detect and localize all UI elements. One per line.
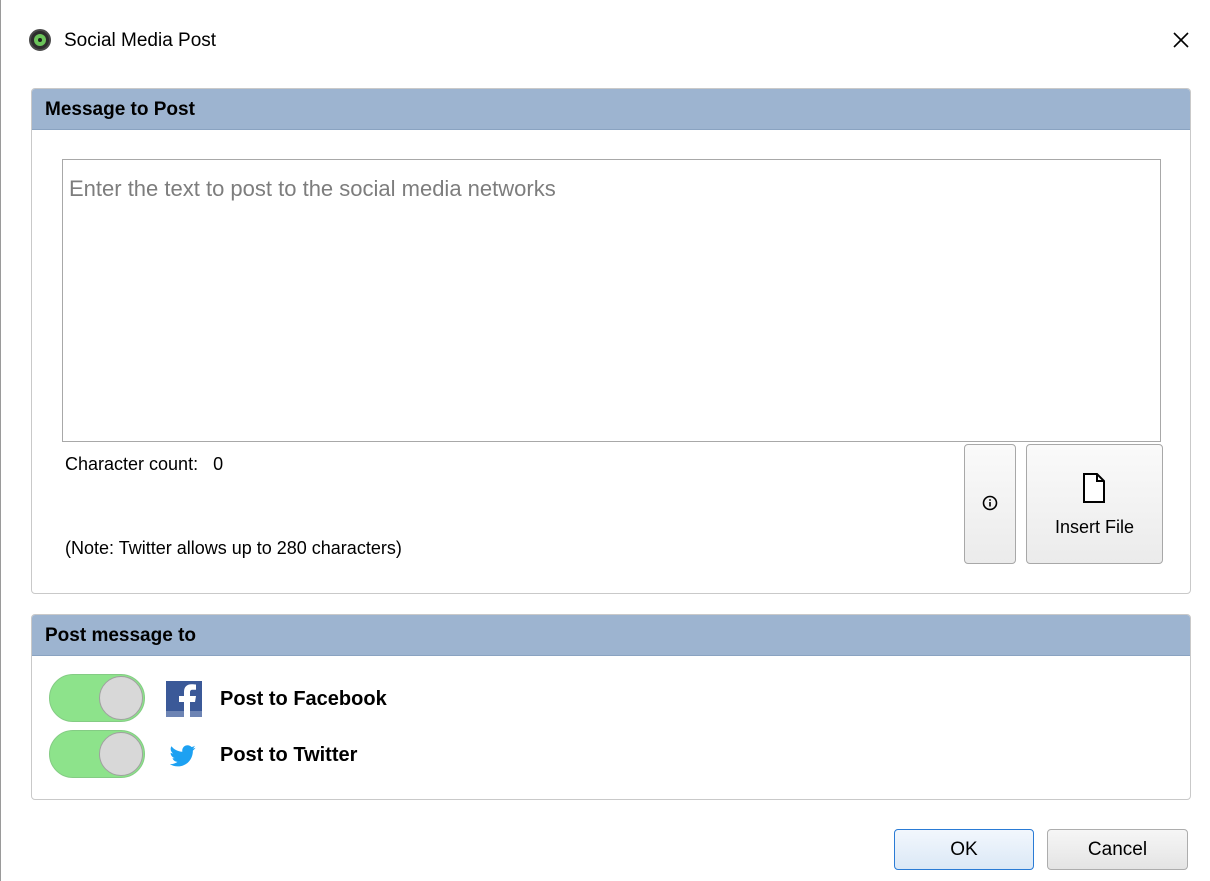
social-media-post-dialog: Social Media Post Message to Post Charac… <box>0 0 1210 881</box>
twitter-icon <box>170 745 196 767</box>
twitter-label: Post to Twitter <box>220 744 358 766</box>
facebook-icon <box>166 681 202 717</box>
twitter-limit-note: (Note: Twitter allows up to 280 characte… <box>65 538 402 558</box>
twitter-target-row: Post to Twitter <box>49 730 649 778</box>
toggle-knob <box>99 732 143 776</box>
close-button[interactable] <box>1161 22 1201 58</box>
cancel-button[interactable]: Cancel <box>1047 829 1188 870</box>
toggle-knob <box>99 676 143 720</box>
window-top-edge <box>1 0 1210 8</box>
app-icon <box>29 29 51 51</box>
file-icon <box>1083 473 1105 503</box>
character-count: Character count: 0 <box>65 454 223 475</box>
facebook-label: Post to Facebook <box>220 688 387 710</box>
facebook-target-row: Post to Facebook <box>49 674 649 722</box>
character-count-label: Character count: <box>65 454 199 474</box>
post-targets-header: Post message to <box>32 615 1190 656</box>
insert-file-button[interactable]: Insert File <box>1026 444 1163 564</box>
twitter-toggle[interactable] <box>49 730 145 778</box>
character-count-value: 0 <box>213 454 224 474</box>
title-bar: Social Media Post <box>1 10 1210 70</box>
ok-button[interactable]: OK <box>894 829 1034 870</box>
message-group: Message to Post Character count: 0 (Note… <box>31 88 1191 594</box>
facebook-toggle[interactable] <box>49 674 145 722</box>
message-input[interactable] <box>62 159 1161 442</box>
close-icon <box>1173 32 1189 48</box>
info-button[interactable] <box>964 444 1016 564</box>
info-icon <box>982 495 998 511</box>
message-group-header: Message to Post <box>32 89 1190 130</box>
window-title: Social Media Post <box>64 30 217 51</box>
insert-file-label: Insert File <box>1054 517 1135 537</box>
